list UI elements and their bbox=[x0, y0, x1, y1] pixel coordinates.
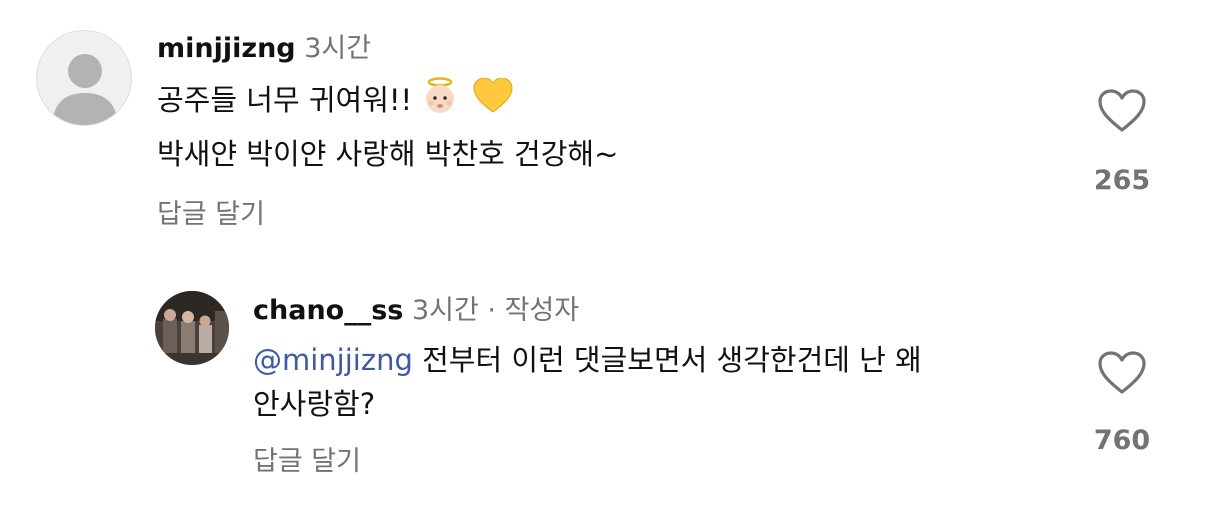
comment-text: 공주들 너무 귀여워!! bbox=[157, 83, 413, 117]
reply-header: chano__ss 3시간 · 작성자 bbox=[253, 294, 579, 328]
comment-time: 3시간 bbox=[304, 33, 372, 64]
comment-header: minjjizng 3시간 bbox=[157, 32, 371, 66]
comment-text-line-1: 공주들 너무 귀여워!! bbox=[157, 76, 513, 128]
meta-separator: · bbox=[487, 295, 496, 326]
comment-username[interactable]: minjjizng bbox=[157, 33, 296, 64]
reply-text-line-2: 안사랑함? bbox=[253, 387, 376, 421]
avatar-photo-image bbox=[155, 291, 229, 365]
reply-text-line-1: @minjjizng 전부터 이런 댓글보면서 생각한건데 난 왜 bbox=[253, 338, 922, 382]
reply-text: 전부터 이런 댓글보면서 생각한건데 난 왜 bbox=[412, 343, 922, 377]
heart-outline-icon bbox=[1098, 89, 1146, 132]
user-avatar[interactable] bbox=[155, 291, 229, 365]
like-count: 265 bbox=[1093, 165, 1151, 196]
mention-link[interactable]: @minjjizng bbox=[253, 343, 413, 377]
like-button[interactable] bbox=[1097, 88, 1147, 134]
yellow-heart-emoji bbox=[473, 77, 513, 126]
like-button[interactable] bbox=[1097, 350, 1147, 396]
like-count: 760 bbox=[1093, 425, 1151, 456]
reply-button[interactable]: 답글 달기 bbox=[157, 198, 265, 232]
heart-outline-icon bbox=[1098, 351, 1146, 394]
baby-angel-emoji bbox=[421, 76, 459, 128]
default-avatar[interactable] bbox=[36, 30, 132, 126]
reply-time: 3시간 bbox=[411, 295, 479, 326]
reply-username[interactable]: chano__ss bbox=[253, 295, 403, 326]
user-silhouette-icon bbox=[52, 54, 118, 125]
author-tag: 작성자 bbox=[504, 295, 580, 326]
comment-item: minjjizng 3시간 공주들 너무 귀여워!! 박새얀 박이얀 사랑해 박… bbox=[0, 0, 1206, 250]
comment-text-line-2: 박새얀 박이얀 사랑해 박찬호 건강해~ bbox=[157, 137, 619, 171]
reply-button[interactable]: 답글 달기 bbox=[253, 445, 361, 479]
